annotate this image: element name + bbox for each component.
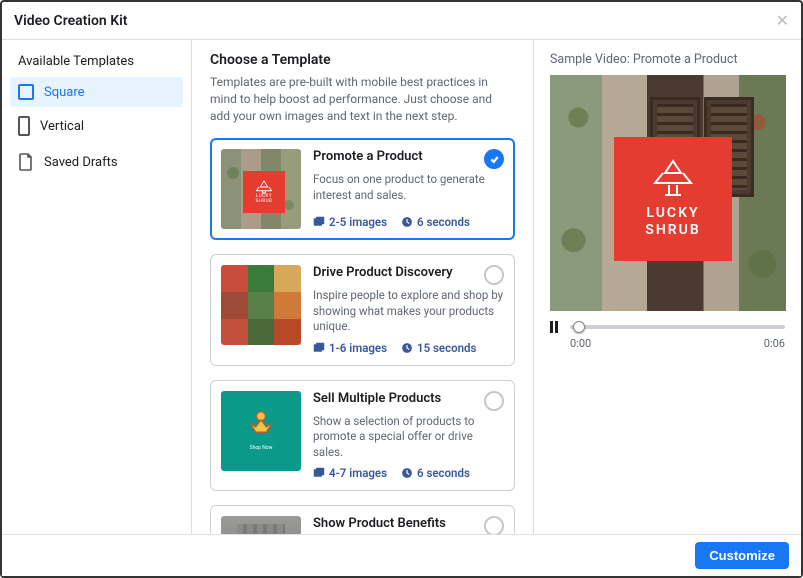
choose-title: Choose a Template — [210, 52, 515, 68]
checkmark-icon — [484, 149, 504, 169]
template-desc: Focus on one product to generate interes… — [313, 172, 504, 203]
template-title: Sell Multiple Products — [313, 391, 441, 406]
total-time: 0:06 — [764, 337, 785, 350]
template-title: Drive Product Discovery — [313, 265, 453, 280]
radio-empty-icon — [484, 265, 504, 285]
dialog-header: Video Creation Kit ✕ — [2, 2, 801, 40]
template-thumb — [221, 265, 301, 345]
lucky-shrub-logo-icon: LUCKYSHRUB — [614, 137, 732, 261]
preview-panel: Sample Video: Promote a Product LUCKYSHR… — [533, 40, 801, 534]
template-title: Promote a Product — [313, 149, 423, 164]
clock-icon — [401, 467, 413, 479]
choose-desc: Templates are pre-built with mobile best… — [210, 74, 510, 124]
time-row: 0:00 0:06 — [550, 337, 785, 350]
preview-title: Sample Video: Promote a Product — [550, 52, 785, 67]
dialog-title: Video Creation Kit — [14, 13, 127, 29]
template-chooser: Choose a Template Templates are pre-buil… — [192, 40, 533, 534]
template-card-sell-multiple[interactable]: Shop Now Sell Multiple Products Show a s… — [210, 380, 515, 492]
template-card-product-benefits[interactable]: M.G. Show Product Benefits Highlight key… — [210, 505, 515, 534]
sidebar-item-saved-drafts[interactable]: Saved Drafts — [10, 145, 183, 179]
crown-icon — [243, 411, 279, 441]
close-icon[interactable]: ✕ — [776, 11, 789, 30]
template-thumb: LUCKYSHRUB — [221, 149, 301, 229]
template-desc: Show a selection of products to promote … — [313, 414, 504, 461]
drafts-icon — [18, 152, 34, 172]
square-icon — [18, 84, 34, 100]
sidebar-item-label: Square — [44, 85, 85, 100]
template-thumb: M.G. — [221, 516, 301, 534]
images-icon — [313, 467, 325, 479]
template-list: LUCKYSHRUB Promote a Product Focus on on… — [210, 138, 515, 534]
clock-icon — [401, 216, 413, 228]
dialog-footer: Customize — [2, 534, 801, 576]
duration-meta: 6 seconds — [401, 215, 470, 229]
duration-meta: 6 seconds — [401, 466, 470, 480]
vertical-icon — [18, 116, 30, 136]
scrubber[interactable] — [570, 325, 785, 329]
sidebar-item-square[interactable]: Square — [10, 77, 183, 107]
template-desc: Inspire people to explore and shop by sh… — [313, 288, 504, 335]
images-meta: 2-5 images — [313, 215, 387, 229]
template-card-promote-product[interactable]: LUCKYSHRUB Promote a Product Focus on on… — [210, 138, 515, 240]
preview-video[interactable]: LUCKYSHRUB — [550, 75, 786, 311]
sidebar-item-label: Vertical — [40, 119, 84, 134]
current-time: 0:00 — [570, 337, 591, 350]
sidebar-item-vertical[interactable]: Vertical — [10, 109, 183, 143]
lucky-shrub-logo-icon: LUCKYSHRUB — [243, 171, 285, 213]
images-meta: 4-7 images — [313, 466, 387, 480]
clock-icon — [401, 342, 413, 354]
sidebar: Available Templates Square Vertical Save… — [2, 40, 192, 534]
duration-meta: 15 seconds — [401, 341, 476, 355]
player-controls — [550, 321, 785, 333]
images-icon — [313, 216, 325, 228]
customize-button[interactable]: Customize — [695, 542, 789, 569]
images-meta: 1-6 images — [313, 341, 387, 355]
template-title: Show Product Benefits — [313, 516, 446, 531]
sidebar-heading: Available Templates — [10, 50, 183, 77]
sidebar-item-label: Saved Drafts — [44, 155, 118, 170]
template-thumb: Shop Now — [221, 391, 301, 471]
radio-empty-icon — [484, 391, 504, 411]
pause-icon[interactable] — [550, 321, 562, 333]
images-icon — [313, 342, 325, 354]
scrubber-thumb[interactable] — [573, 321, 585, 333]
template-card-drive-discovery[interactable]: Drive Product Discovery Inspire people t… — [210, 254, 515, 366]
radio-empty-icon — [484, 516, 504, 534]
